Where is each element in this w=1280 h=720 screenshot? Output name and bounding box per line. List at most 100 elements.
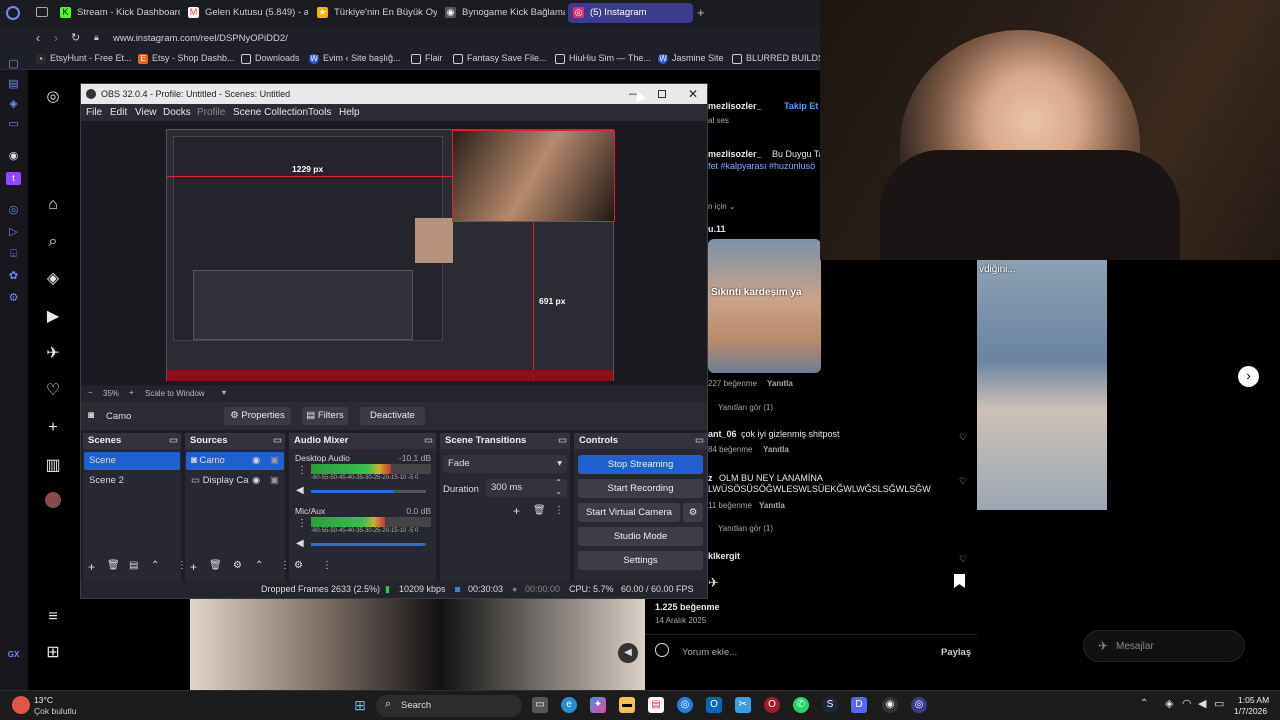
menu-tools[interactable]: Tools — [308, 107, 331, 118]
messages-icon[interactable]: ✈ — [42, 343, 64, 365]
share-button[interactable]: Paylaş — [941, 647, 971, 658]
mixer-settings-icon[interactable]: ⚙ — [294, 560, 303, 571]
menu-docks[interactable]: Docks — [163, 107, 191, 118]
task-view-icon[interactable]: ▭ — [532, 697, 548, 713]
edge-icon[interactable]: e — [561, 697, 577, 713]
create-icon[interactable]: + — [42, 417, 64, 439]
sidebar-app-icon[interactable]: ◉ — [6, 150, 21, 163]
caption-username[interactable]: mezlisozler_ — [708, 149, 762, 159]
instagram-logo-icon[interactable]: ◎ — [42, 86, 64, 108]
tab-kick[interactable]: K Stream - Kick Dashboard — [55, 3, 180, 23]
move-up-icon[interactable]: ⌃ — [255, 560, 263, 571]
snipping-icon[interactable]: ✂ — [735, 697, 751, 713]
bookmark-etsyhunt[interactable]: ▪ EtsyHunt - Free Et... — [36, 53, 132, 64]
save-icon[interactable] — [954, 574, 965, 588]
sidebar-app-icon[interactable]: ◎ — [6, 204, 21, 217]
menu-help[interactable]: Help — [339, 107, 360, 118]
scene-item[interactable]: Scene 2 — [84, 472, 180, 490]
properties-button[interactable]: ⚙ Properties — [224, 407, 291, 425]
explore-icon[interactable]: ◈ — [42, 268, 64, 290]
speaker-icon[interactable]: ◀ — [296, 485, 304, 496]
comment-likes[interactable]: 227 beğenme — [708, 379, 757, 388]
selected-source-box[interactable] — [452, 130, 615, 222]
chevron-down-icon[interactable]: ▾ — [222, 388, 226, 397]
messages-pill[interactable]: ✈ Mesajlar — [1083, 630, 1245, 662]
more-icon[interactable]: ⋮ — [554, 505, 564, 516]
obs-icon[interactable]: ◉ — [882, 697, 898, 713]
like-comment-icon[interactable]: ♡ — [959, 476, 967, 487]
comment-likes[interactable]: 84 beğenme — [708, 445, 752, 454]
tab-instagram[interactable]: ◎ (5) Instagram — [568, 3, 693, 23]
notifications-icon[interactable]: ♡ — [42, 380, 64, 402]
transition-select[interactable]: Fade ▾ — [443, 455, 567, 473]
source-item[interactable]: ◙ Camo ◉ ▣ — [186, 452, 284, 470]
view-replies[interactable]: Yanıtları gör (1) — [718, 403, 773, 412]
copilot-icon[interactable]: ✦ — [590, 697, 606, 713]
tab-turkiye[interactable]: ★Türkiye'nin En Büyük Oyu... — [312, 3, 437, 23]
dock-menu-icon[interactable]: ▭ — [558, 433, 567, 449]
bookmark-evim[interactable]: W Evim ‹ Site başlığ... — [309, 53, 401, 64]
speaker-icon[interactable]: ◀ — [296, 538, 304, 549]
url-field[interactable]: www.instagram.com/reel/DSPNyOPiDD2/ — [113, 33, 288, 44]
app-icon[interactable]: ◎ — [911, 697, 927, 713]
studio-mode-button[interactable]: Studio Mode — [578, 527, 703, 546]
stop-streaming-button[interactable]: Stop Streaming — [578, 455, 703, 474]
bookmark-jasmine[interactable]: W Jasmine Site — [658, 53, 724, 64]
sidebar-app-icon[interactable]: ▭ — [6, 118, 21, 131]
eye-icon[interactable]: ◉ — [252, 472, 261, 490]
wifi-icon[interactable]: ◠ — [1182, 697, 1192, 710]
home-icon[interactable]: ⌂ — [42, 194, 64, 216]
caption-hashtags[interactable]: fet #kalpyarası #huzunlusö — [708, 161, 815, 171]
gear-icon[interactable]: ⚙ — [233, 560, 242, 571]
sidebar-app-icon[interactable]: ▤ — [6, 78, 21, 91]
comment-user[interactable]: u.11 — [708, 224, 726, 234]
file-explorer-icon[interactable]: ▬ — [619, 697, 635, 713]
volume-icon[interactable]: ◀ — [1198, 697, 1206, 710]
sidebar-app-icon[interactable]: ▷ — [6, 226, 21, 239]
dock-menu-icon[interactable]: ▭ — [424, 433, 433, 449]
weather-temp[interactable]: 13°C — [34, 695, 53, 705]
search-icon[interactable]: ⌕ — [42, 231, 64, 253]
comment-reply[interactable]: Yanıtla — [759, 501, 785, 510]
add-icon[interactable]: + — [513, 504, 520, 518]
move-up-icon[interactable]: ⌃ — [151, 560, 159, 571]
browser-icon[interactable]: ◎ — [677, 697, 693, 713]
sidebar-app-icon[interactable]: ▢ — [6, 58, 21, 71]
more-icon[interactable]: ⋮ — [322, 560, 332, 571]
battery-icon[interactable]: ▭ — [1214, 697, 1224, 710]
bookmark-etsy[interactable]: E Etsy - Shop Dashb... — [138, 53, 235, 64]
browser-logo-icon[interactable] — [6, 6, 20, 20]
emoji-icon[interactable] — [655, 643, 669, 657]
trash-icon[interactable]: 🗑︎ — [107, 560, 120, 571]
pdf-icon[interactable]: ▤ — [648, 697, 664, 713]
scene-item[interactable]: Scene — [84, 452, 180, 470]
audio-label[interactable]: al ses — [708, 116, 729, 125]
duration-input[interactable]: 300 ms ⌃ ⌄ — [486, 478, 567, 497]
eye-icon[interactable]: ◉ — [252, 452, 260, 470]
bookmark-flair[interactable]: Flair — [411, 53, 443, 64]
windows-start-icon[interactable]: ⊞ — [352, 697, 368, 713]
clock-date[interactable]: 1/7/2026 — [1234, 706, 1267, 716]
zoom-in-icon[interactable]: + — [129, 388, 134, 397]
tab-gmail[interactable]: M Gelen Kutusu (5.849) - a... — [183, 3, 308, 23]
post-likes[interactable]: 1.225 beğenme — [655, 602, 720, 612]
dashboard-icon[interactable]: ▥ — [42, 455, 64, 477]
filter-icon[interactable]: ▤ — [129, 560, 138, 571]
twitch-icon[interactable]: t — [6, 172, 21, 185]
menu-file[interactable]: File — [86, 107, 102, 118]
obs-preview[interactable]: 1229 px 691 px — [81, 121, 707, 385]
scale-mode-dropdown[interactable]: Scale to Window — [145, 389, 205, 398]
deactivate-button[interactable]: Deactivate — [360, 407, 425, 425]
lock-icon[interactable]: ▣ — [270, 472, 279, 490]
source-item[interactable]: ▭ Display Ca ◉ ▣ — [186, 472, 284, 490]
outlook-icon[interactable]: O — [706, 697, 722, 713]
follow-button[interactable]: Takip Et — [784, 101, 818, 111]
channel-menu-icon[interactable]: ⋮ — [297, 518, 307, 529]
next-reel-button[interactable]: › — [1238, 366, 1259, 387]
reload-icon[interactable]: ↻ — [71, 31, 80, 44]
trash-icon[interactable]: 🗑︎ — [533, 505, 546, 516]
clock-time[interactable]: 1:05 AM — [1238, 695, 1269, 705]
sidebar-app-icon[interactable]: GX — [6, 648, 21, 661]
meta-apps-icon[interactable]: ⊞ — [42, 642, 64, 664]
add-icon[interactable]: + — [88, 560, 95, 574]
